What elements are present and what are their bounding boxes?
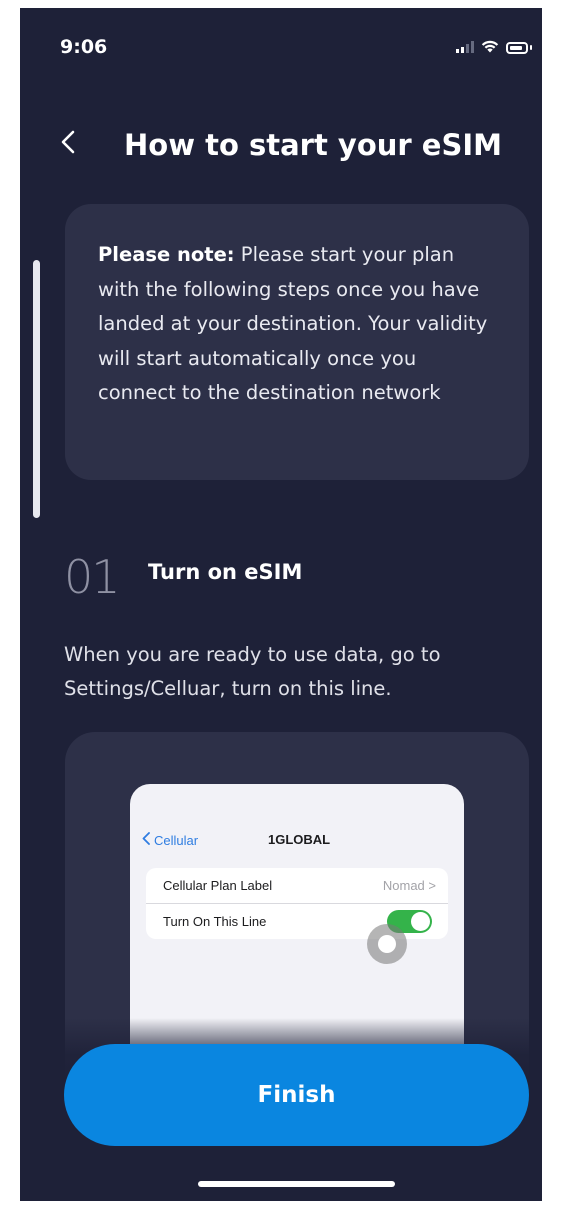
finish-button[interactable]: Finish — [64, 1044, 529, 1146]
status-icons — [456, 38, 532, 57]
cellular-signal-icon — [456, 38, 474, 57]
step-number: 01 — [64, 550, 121, 604]
step-description: When you are ready to use data, go to Se… — [64, 643, 441, 700]
note-card: Please note: Please start your plan with… — [65, 204, 529, 480]
mock-row-label: Cellular Plan Label — [163, 878, 273, 893]
chevron-left-icon — [61, 130, 75, 158]
page-title: How to start your eSIM — [124, 128, 502, 162]
note-text: Please note: Please start your plan with… — [98, 238, 499, 411]
mock-row-label: Turn On This Line — [163, 914, 267, 929]
battery-tip — [530, 45, 532, 50]
toggle-knob — [411, 912, 430, 931]
mock-back-link: Cellular — [142, 832, 198, 848]
app-screen: 9:06 How to start your eSIM Please note:… — [20, 8, 542, 1201]
mock-row-plan-label: Cellular Plan Label Nomad > — [146, 868, 448, 903]
battery-icon — [506, 41, 528, 54]
back-button[interactable] — [50, 126, 86, 162]
status-time: 9:06 — [60, 36, 108, 58]
mock-title: 1GLOBAL — [268, 832, 331, 847]
home-indicator — [198, 1181, 395, 1187]
step-title: Turn on eSIM — [148, 560, 303, 584]
wifi-icon — [481, 38, 499, 57]
note-label: Please note: — [98, 243, 235, 266]
mock-row-value: Nomad > — [382, 878, 436, 893]
mock-settings-list: Cellular Plan Label Nomad > Turn On This… — [146, 868, 448, 964]
mock-chevron-left-icon — [142, 832, 150, 848]
mock-back-label: Cellular — [154, 832, 199, 848]
mock-row-turn-on-line: Turn On This Line — [146, 903, 448, 964]
scroll-indicator[interactable] — [33, 260, 40, 518]
touch-indicator-icon — [367, 924, 407, 964]
note-body: Please start your plan with the followin… — [98, 243, 488, 404]
